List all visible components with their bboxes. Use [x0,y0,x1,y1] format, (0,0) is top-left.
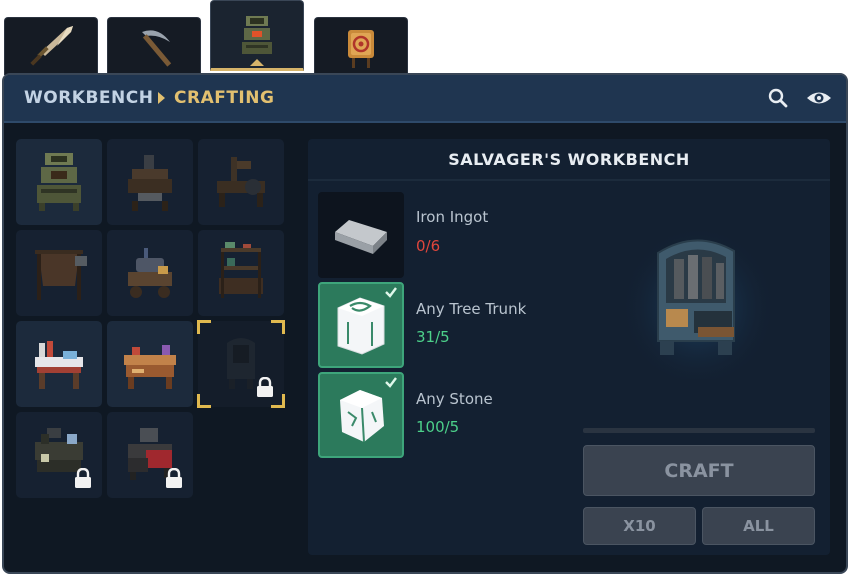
lock-icon [75,468,91,488]
ingredient-count: 31/5 [416,328,450,346]
salvagers-workbench-preview [620,217,776,379]
slot-tanning-rack[interactable] [16,230,102,316]
slot-forge[interactable] [107,412,193,498]
eye-icon[interactable] [806,87,832,109]
panel-header: WORKBENCH CRAFTING [4,75,846,123]
search-icon[interactable] [766,87,790,109]
slot-alchemy-shelf[interactable] [198,230,284,316]
slot-anvil-station[interactable] [107,139,193,225]
cooking-cart-icon [128,248,172,298]
ingredient-name: Any Stone [416,390,493,408]
tab-workbenches[interactable] [210,0,304,71]
breadcrumb-workbench[interactable]: WORKBENCH [24,88,153,108]
ingredient-count: 100/5 [416,418,460,436]
slot-tailor-table[interactable] [16,321,102,407]
ingredient-name: Iron Ingot [416,208,489,226]
anvil-station-icon [128,155,172,211]
ingredient-name: Any Tree Trunk [416,300,527,318]
breadcrumb-crafting: CRAFTING [174,88,275,108]
selection-corner [197,320,211,334]
selection-corner [271,394,285,408]
slot-basic-workbench[interactable] [16,139,102,225]
recipe-panel: SALVAGER'S WORKBENCH Iron Ingot 0/6 Any … [308,139,830,555]
tab-weapons[interactable] [4,17,98,75]
dagger-icon [30,25,73,66]
slot-carpenter-bench[interactable] [107,321,193,407]
iron-ingot-icon [335,220,387,254]
workbench-icon [242,15,272,54]
sawmill-icon [217,157,265,207]
tab-decorations[interactable] [314,17,408,75]
slot-sawmill[interactable] [198,139,284,225]
slot-salvagers-workbench[interactable] [197,320,285,408]
ingredient-count: 0/6 [416,237,441,255]
selection-corner [197,394,211,408]
crafting-panel: WORKBENCH CRAFTING SALVAGER'S WORKBENCH … [2,73,848,574]
tailor-table-icon [35,341,83,389]
ingredient-slot-stone[interactable] [318,372,404,458]
pickaxe-icon [142,29,172,67]
breadcrumb-chevron-icon [158,92,165,104]
recipe-title: SALVAGER'S WORKBENCH [308,139,830,181]
basic-workbench-icon [37,153,81,211]
slot-cooking-cart[interactable] [107,230,193,316]
stone-icon [340,390,384,443]
craft-progress-bar [583,428,815,433]
lock-icon [166,468,182,488]
tanning-rack-icon [35,250,87,300]
slot-tinker-station[interactable] [16,412,102,498]
active-tab-caret [250,59,264,66]
craft-x10-button[interactable]: X10 [583,507,696,545]
check-icon [385,287,397,298]
tab-tools[interactable] [107,17,201,75]
tree-trunk-icon [337,297,385,355]
ingredient-slot-tree-trunk[interactable] [318,282,404,368]
carpenter-bench-icon [124,345,176,389]
alchemy-shelf-icon [219,242,263,298]
craft-button[interactable]: CRAFT [583,445,815,496]
ingredient-slot-iron-ingot[interactable] [318,192,404,278]
check-icon [385,377,397,388]
craft-all-button[interactable]: ALL [702,507,815,545]
target-icon [348,29,374,68]
selection-corner [271,320,285,334]
